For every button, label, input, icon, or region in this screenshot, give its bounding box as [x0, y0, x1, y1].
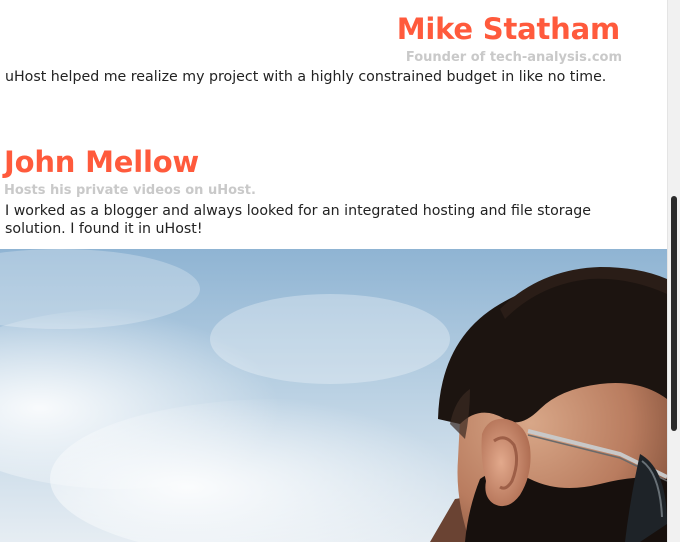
testimonial-subtitle: Hosts his private videos on uHost.: [4, 183, 256, 198]
customer-photo: [0, 249, 667, 542]
testimonials-section: Mike Statham Founder of tech-analysis.co…: [0, 0, 667, 542]
testimonial-john-mellow: John Mellow Hosts his private videos on …: [0, 140, 667, 250]
testimonial-quote: uHost helped me realize my project with …: [5, 69, 607, 85]
testimonial-mike-statham: Mike Statham Founder of tech-analysis.co…: [0, 0, 667, 120]
scrollbar-thumb[interactable]: [671, 196, 677, 431]
testimonial-quote: I worked as a blogger and always looked …: [5, 203, 592, 237]
testimonials-page: Mike Statham Founder of tech-analysis.co…: [0, 0, 680, 542]
testimonial-subtitle: Founder of tech-analysis.com: [405, 50, 622, 65]
testimonial-name: Mike Statham: [396, 12, 620, 46]
customer-photo-svg: [0, 249, 667, 542]
testimonial-name: John Mellow: [4, 145, 200, 179]
vertical-scrollbar[interactable]: [667, 0, 680, 542]
